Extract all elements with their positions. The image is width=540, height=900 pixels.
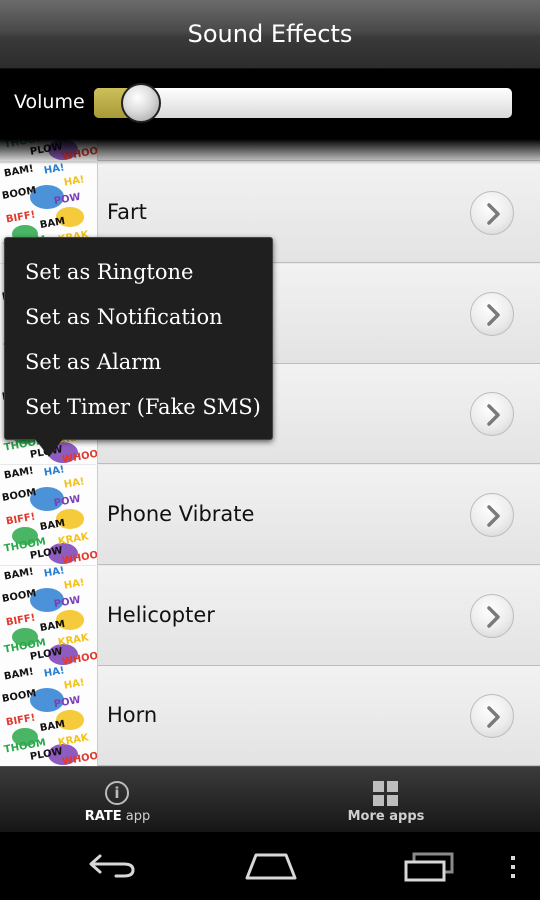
home-icon[interactable] [244,852,298,884]
volume-slider-knob[interactable] [121,83,162,123]
chevron-right-icon[interactable] [470,493,514,537]
chevron-right-icon[interactable] [470,694,514,738]
comic-word: BAM! [3,666,35,683]
back-icon[interactable] [86,850,138,884]
comic-word: HA! [63,677,86,692]
page-title: Sound Effects [187,20,353,48]
list-item[interactable]: BAM!HA!HA!BOOMPOWBIFF!BAMKRAKTHOOMPLOWWH… [0,465,540,565]
comic-word: POW [53,493,82,510]
comic-word: BIFF! [5,712,37,729]
system-navigation-bar [0,832,540,900]
list-item-label: Fart [107,200,147,224]
bottom-tab-bar: i RATE app More apps [0,766,540,832]
rate-app-label: RATE app [84,809,151,824]
comic-word: HA! [43,566,66,580]
overflow-menu-icon[interactable] [509,854,517,884]
comic-word: HA! [43,465,66,479]
app-title-bar: Sound Effects [0,0,540,69]
chevron-right-icon[interactable] [470,292,514,336]
volume-slider[interactable] [94,83,512,123]
comic-word: BAM [39,517,66,534]
comic-thumbnail: BAM!HA!HA!BOOMPOWBIFF!BAMKRAKTHOOMPLOWWH… [0,465,98,565]
comic-thumbnail: BAM!HA!HA!BOOMPOWBIFF!BAMKRAKTHOOMPLOWWH… [0,139,98,161]
comic-word: BAM [39,618,66,635]
chevron-right-icon[interactable] [470,594,514,638]
comic-word: BAM! [3,465,35,482]
list-item-label: Horn [107,703,158,727]
comic-word: POW [53,191,82,208]
comic-word: BIFF! [5,511,37,528]
comic-word: POW [53,594,82,611]
context-menu-pointer [35,439,63,457]
volume-bar: Volume [0,69,540,139]
list-item[interactable]: BAM!HA!HA!BOOMPOWBIFF!BAMKRAKTHOOMPLOWWH… [0,566,540,666]
comic-word: POW [53,694,82,711]
comic-word: HA! [63,577,86,592]
comic-word: BIFF! [5,209,37,226]
list-item[interactable]: BAM!HA!HA!BOOMPOWBIFF!BAMKRAKTHOOMPLOWWH… [0,666,540,766]
chevron-right-icon[interactable] [470,191,514,235]
list-item-label: Helicopter [107,603,215,627]
comic-thumbnail: BAM!HA!HA!BOOMPOWBIFF!BAMKRAKTHOOMPLOWWH… [0,566,98,666]
comic-word: BAM! [3,566,35,583]
comic-word: BAM [39,718,66,735]
more-apps-label: More apps [347,809,425,824]
comic-thumbnail: BAM!HA!HA!BOOMPOWBIFF!BAMKRAKTHOOMPLOWWH… [0,666,98,766]
list-item[interactable]: BAM!HA!HA!BOOMPOWBIFF!BAMKRAKTHOOMPLOWWH… [0,139,540,161]
menu-item-timer[interactable]: Set Timer (Fake SMS) [25,395,261,419]
grid-icon [373,781,399,807]
chevron-right-icon[interactable] [470,392,514,436]
info-icon: i [105,781,129,805]
sound-list[interactable]: BAM!HA!HA!BOOMPOWBIFF!BAMKRAKTHOOMPLOWWH… [0,139,540,766]
comic-word: BAM [39,215,66,232]
more-apps-tab[interactable]: More apps [272,767,500,833]
comic-word: BIFF! [5,612,37,629]
comic-word: BAM! [3,163,35,180]
rate-app-tab[interactable]: i RATE app [0,767,235,833]
comic-word: HA! [63,174,86,189]
menu-item-ringtone[interactable]: Set as Ringtone [25,260,193,284]
menu-item-notification[interactable]: Set as Notification [25,305,223,329]
comic-word: HA! [63,476,86,491]
context-menu: Set as Ringtone Set as Notification Set … [4,237,273,457]
comic-word: HA! [43,163,66,177]
comic-word: HA! [43,666,66,680]
recents-icon[interactable] [404,852,456,886]
list-item-label: Phone Vibrate [107,502,255,526]
volume-label: Volume [14,91,85,113]
menu-item-alarm[interactable]: Set as Alarm [25,350,161,374]
